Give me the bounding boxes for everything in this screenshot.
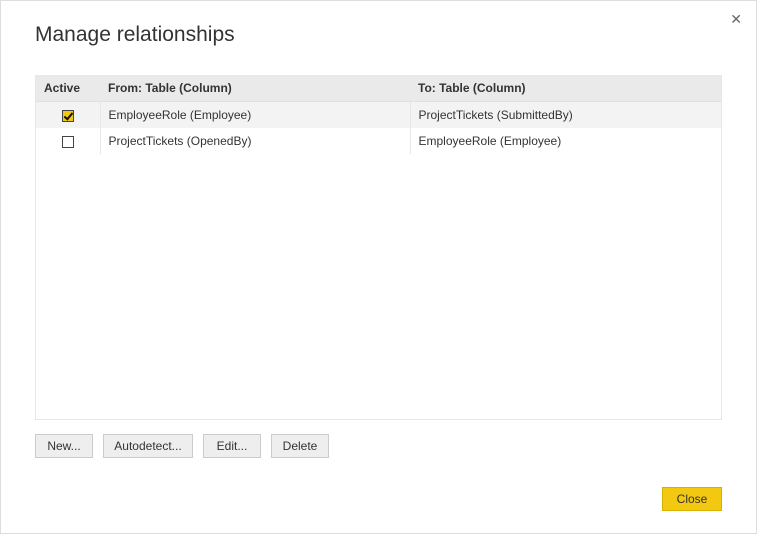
table-header-row: Active From: Table (Column) To: Table (C… <box>36 75 721 102</box>
autodetect-button[interactable]: Autodetect... <box>103 434 193 458</box>
close-icon[interactable]: ✕ <box>730 11 742 28</box>
active-checkbox[interactable] <box>62 110 74 122</box>
table-row[interactable]: ProjectTickets (OpenedBy) EmployeeRole (… <box>36 128 721 154</box>
relationships-table: Active From: Table (Column) To: Table (C… <box>35 75 722 420</box>
action-button-row: New... Autodetect... Edit... Delete <box>35 434 722 458</box>
cell-to: EmployeeRole (Employee) <box>410 128 721 154</box>
dialog-body: Manage relationships Active From: Table … <box>1 1 756 458</box>
cell-from: ProjectTickets (OpenedBy) <box>100 128 410 154</box>
cell-to: ProjectTickets (SubmittedBy) <box>410 102 721 129</box>
col-header-to[interactable]: To: Table (Column) <box>410 75 721 102</box>
edit-button[interactable]: Edit... <box>203 434 261 458</box>
dialog-title: Manage relationships <box>35 23 722 47</box>
col-header-from[interactable]: From: Table (Column) <box>100 75 410 102</box>
new-button[interactable]: New... <box>35 434 93 458</box>
col-header-active[interactable]: Active <box>36 75 100 102</box>
table-row[interactable]: EmployeeRole (Employee) ProjectTickets (… <box>36 102 721 129</box>
delete-button[interactable]: Delete <box>271 434 329 458</box>
dialog-footer: Close <box>662 487 722 511</box>
active-checkbox[interactable] <box>62 136 74 148</box>
close-button[interactable]: Close <box>662 487 722 511</box>
cell-from: EmployeeRole (Employee) <box>100 102 410 129</box>
